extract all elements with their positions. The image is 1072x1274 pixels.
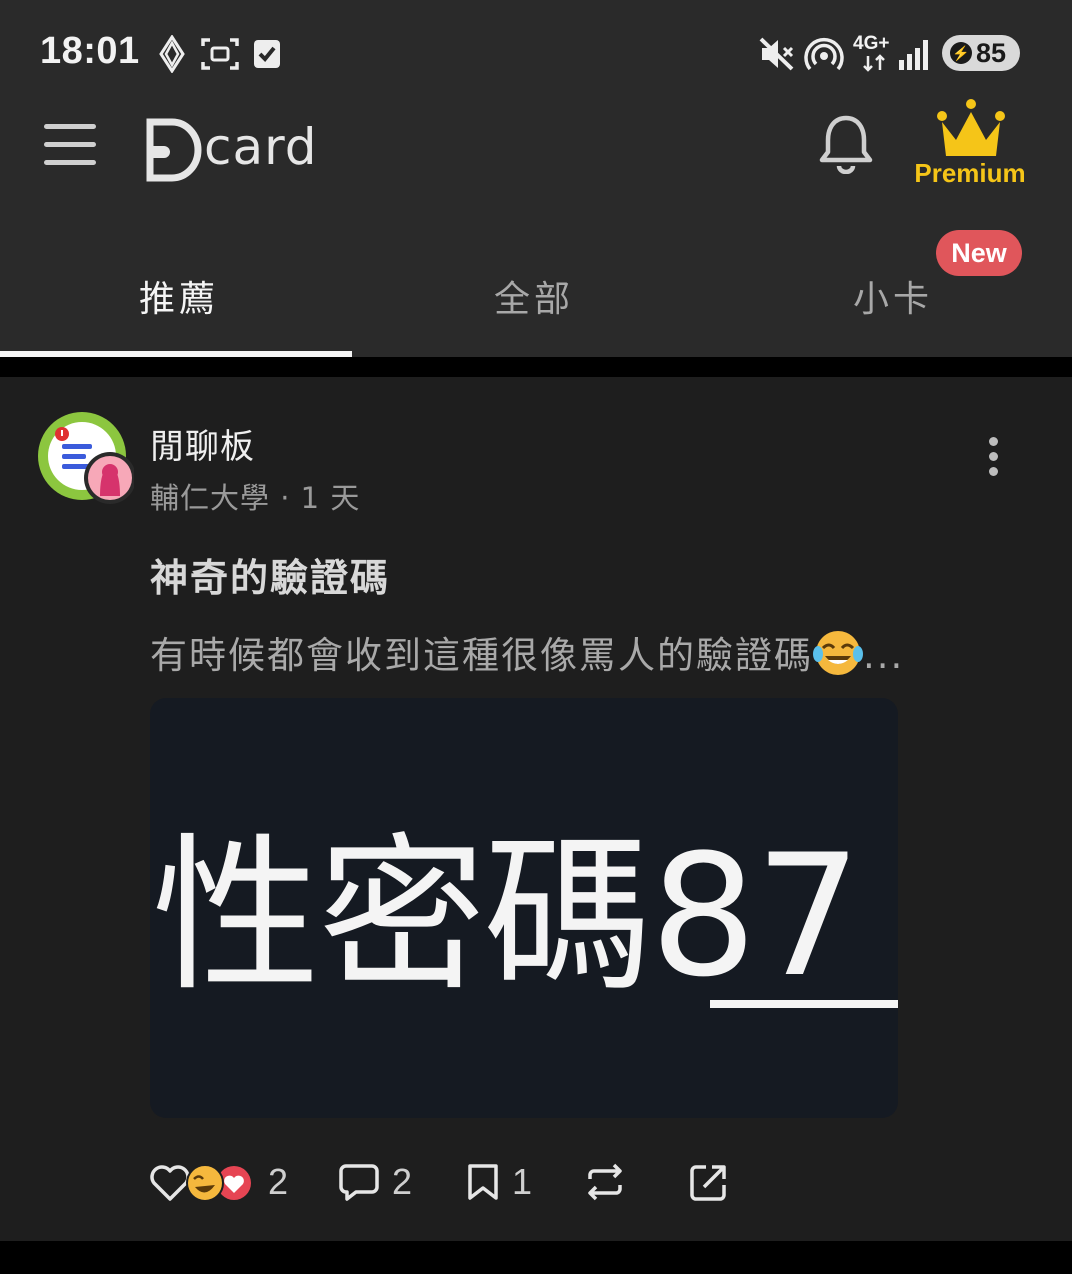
like-button[interactable]: 2 xyxy=(150,1157,288,1207)
mute-icon xyxy=(759,37,794,71)
excerpt-text: 有時候都會收到這種很像罵人的驗證碼 xyxy=(150,634,813,677)
new-badge: New xyxy=(936,230,1022,276)
dcard-logo[interactable]: card xyxy=(146,110,318,182)
forum-name[interactable]: 閒聊板 xyxy=(150,419,255,468)
battery-indicator: ⚡ 85 xyxy=(942,35,1020,71)
image-caption-text: 性密碼87 xyxy=(152,818,862,1014)
hotspot-icon xyxy=(804,38,844,71)
screenshot-icon xyxy=(201,38,239,70)
tab-cards[interactable]: 小卡 xyxy=(714,270,1072,322)
premium-button[interactable]: Premium xyxy=(908,99,1032,195)
meta-separator: · xyxy=(280,481,301,515)
network-label: 4G+ xyxy=(853,33,890,54)
battery-bolt-icon: ⚡ xyxy=(950,42,972,64)
repost-button[interactable] xyxy=(584,1157,626,1207)
bookmark-count: 1 xyxy=(512,1161,533,1202)
more-options-icon[interactable] xyxy=(987,437,999,477)
post-image[interactable]: 性密碼87 xyxy=(150,698,898,1118)
comment-icon xyxy=(339,1164,379,1201)
signal-icon xyxy=(899,40,928,70)
post-meta: 輔仁大學 · 1 天 xyxy=(150,475,360,517)
share-icon xyxy=(690,1165,726,1201)
comment-count: 2 xyxy=(392,1161,413,1202)
tab-all[interactable]: 全部 xyxy=(355,270,713,322)
vpn-icon xyxy=(159,35,185,73)
data-arrows-icon xyxy=(863,54,885,72)
premium-label: Premium xyxy=(914,158,1026,188)
post-excerpt[interactable]: 有時候都會收到這種很像罵人的驗證碼 ... xyxy=(150,625,1010,679)
image-underline xyxy=(710,1000,898,1008)
repost-icon xyxy=(588,1163,622,1201)
status-time: 18:01 xyxy=(40,30,140,72)
like-count: 2 xyxy=(268,1161,289,1202)
post-actions: 2 2 1 xyxy=(150,1157,850,1207)
dcard-logo-mark xyxy=(146,118,202,182)
active-tab-indicator xyxy=(0,351,352,357)
bookmark-icon xyxy=(468,1164,498,1200)
menu-icon[interactable] xyxy=(44,122,98,166)
logo-text: card xyxy=(204,118,318,176)
reaction-icons xyxy=(150,1164,251,1202)
post-card[interactable]: 閒聊板 輔仁大學 · 1 天 神奇的驗證碼 有時候都會收到這種很像罵人的驗證碼 … xyxy=(0,377,1072,1241)
post-title[interactable]: 神奇的驗證碼 xyxy=(150,547,390,602)
tab-recommended[interactable]: 推薦 xyxy=(0,270,358,322)
crown-icon xyxy=(937,99,1005,156)
app-header: card Premium xyxy=(0,99,1072,220)
feed-divider xyxy=(0,1241,1072,1274)
tab-bar: 推薦 全部 小卡 New xyxy=(0,220,1072,357)
comment-button[interactable]: 2 xyxy=(338,1157,412,1207)
bookmark-button[interactable]: 1 xyxy=(466,1157,532,1207)
bell-icon[interactable] xyxy=(818,112,874,174)
checkbox-icon xyxy=(254,40,280,68)
status-bar: 18:01 4G+ ⚡ 85 xyxy=(0,0,1072,100)
author-school: 輔仁大學 xyxy=(150,481,271,515)
battery-level: 85 xyxy=(976,37,1007,68)
excerpt-ellipsis: ... xyxy=(863,634,905,677)
share-button[interactable] xyxy=(688,1157,730,1207)
forum-avatar[interactable] xyxy=(38,412,134,508)
post-time: 1 天 xyxy=(300,481,361,515)
laughing-tears-emoji-icon xyxy=(813,631,863,675)
